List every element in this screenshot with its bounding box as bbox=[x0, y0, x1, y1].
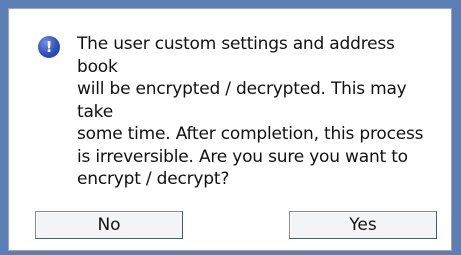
yes-button[interactable]: Yes bbox=[289, 211, 437, 239]
dialog-message: The user custom settings and address boo… bbox=[77, 34, 424, 189]
info-icon: ! bbox=[38, 36, 60, 58]
info-icon-glyph: ! bbox=[45, 37, 53, 56]
no-button[interactable]: No bbox=[35, 211, 183, 239]
dialog-frame: ! The user custom settings and address b… bbox=[0, 0, 461, 255]
